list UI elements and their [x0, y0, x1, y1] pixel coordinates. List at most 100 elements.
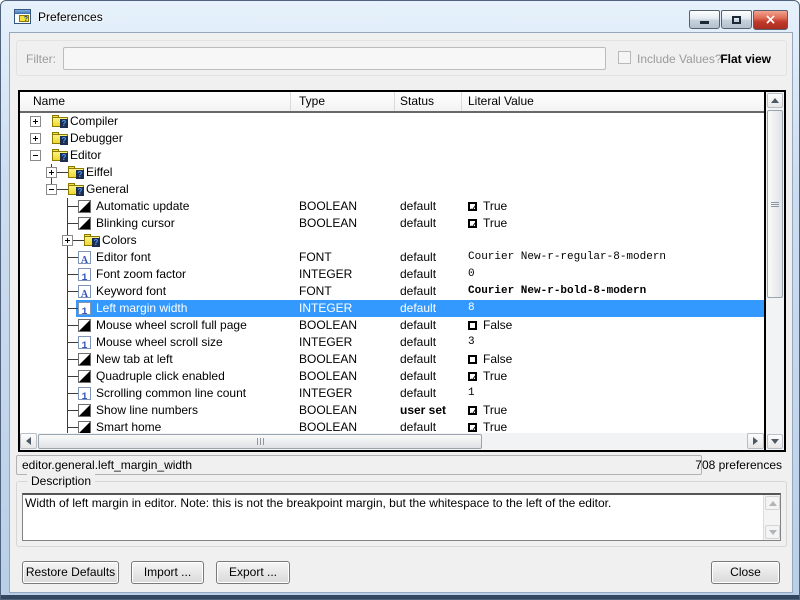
horizontal-scrollbar[interactable]	[20, 433, 764, 450]
scroll-right-button[interactable]	[747, 433, 764, 449]
preference-value: False	[462, 351, 764, 368]
horizontal-scrollbar-thumb[interactable]	[38, 434, 482, 449]
tree-line	[67, 308, 78, 309]
tree-row[interactable]: Scrolling common line countINTEGERdefaul…	[20, 385, 764, 402]
font-icon	[78, 251, 91, 264]
maximize-button[interactable]	[721, 10, 752, 29]
preference-value: 3	[462, 334, 764, 351]
integer-icon	[78, 302, 91, 315]
description-group-label: Description	[27, 474, 95, 488]
tree-row[interactable]: Smart homeBOOLEANdefaultTrue	[20, 419, 764, 433]
maximize-icon	[732, 16, 741, 24]
tree-row[interactable]: Blinking cursorBOOLEANdefaultTrue	[20, 215, 764, 232]
tree-row[interactable]: New tab at leftBOOLEANdefaultFalse	[20, 351, 764, 368]
scroll-up-button[interactable]	[767, 93, 783, 108]
preference-status: default	[395, 249, 462, 266]
boolean-icon	[78, 370, 91, 383]
tree-row[interactable]: Show line numbersBOOLEANuser setTrue	[20, 402, 764, 419]
tree-row[interactable]: Quadruple click enabledBOOLEANdefaultTru…	[20, 368, 764, 385]
close-button[interactable]: Close	[711, 561, 780, 584]
tree-row[interactable]: Editor fontFONTdefaultCourier New-r-regu…	[20, 249, 764, 266]
checked-checkbox[interactable]	[468, 423, 477, 432]
tree-line	[67, 359, 78, 360]
preference-type: FONT	[291, 283, 395, 300]
preference-status: default	[395, 266, 462, 283]
tree-line	[67, 206, 78, 207]
tree-row[interactable]: Left margin widthINTEGERdefault8	[20, 300, 764, 317]
include-values-checkbox[interactable]	[618, 51, 631, 64]
tree-row[interactable]: Mouse wheel scroll sizeINTEGERdefault3	[20, 334, 764, 351]
expand-button[interactable]	[46, 167, 57, 178]
preference-type: INTEGER	[291, 266, 395, 283]
vertical-scrollbar-thumb[interactable]	[767, 110, 783, 298]
column-header-literal-value[interactable]: Literal Value	[462, 92, 764, 111]
column-header-type[interactable]: Type	[291, 92, 395, 111]
restore-defaults-button[interactable]: Restore Defaults	[22, 561, 119, 584]
dialog-client-area: Filter: Include Values? Flat view Name T…	[9, 32, 793, 593]
tree-row[interactable]: Font zoom factorINTEGERdefault0	[20, 266, 764, 283]
flat-view-button[interactable]: Flat view	[720, 52, 771, 66]
boolean-icon	[78, 421, 91, 433]
expand-button[interactable]	[30, 116, 41, 127]
folder-icon: ?	[68, 166, 84, 178]
column-header-status[interactable]: Status	[395, 92, 462, 111]
preference-name: General	[86, 181, 129, 198]
preference-value: Courier New-r-regular-8-modern	[462, 249, 764, 266]
minimize-button[interactable]	[689, 10, 720, 29]
preference-type: BOOLEAN	[291, 351, 395, 368]
preference-value: Courier New-r-bold-8-modern	[462, 283, 764, 300]
preference-type: BOOLEAN	[291, 198, 395, 215]
tree-row[interactable]: ?Debugger	[20, 130, 764, 147]
column-header-name[interactable]: Name	[20, 92, 291, 111]
value-label: Courier New-r-bold-8-modern	[468, 283, 646, 300]
tree-row[interactable]: Automatic updateBOOLEANdefaultTrue	[20, 198, 764, 215]
expand-button[interactable]	[30, 133, 41, 144]
value-label: 1	[468, 385, 475, 402]
tree-row[interactable]: ?Editor	[20, 147, 764, 164]
checked-checkbox[interactable]	[468, 372, 477, 381]
preference-name: Eiffel	[86, 164, 112, 181]
scroll-left-button[interactable]	[20, 433, 37, 449]
collapse-button[interactable]	[30, 150, 41, 161]
unchecked-checkbox[interactable]	[468, 321, 477, 330]
preferences-window: ? Preferences × Filter: Include Values? …	[0, 0, 800, 600]
export-button[interactable]: Export ...	[216, 561, 290, 584]
preference-name: Show line numbers	[96, 402, 198, 419]
preference-name: Keyword font	[96, 283, 166, 300]
scroll-down-button[interactable]	[767, 434, 783, 449]
checked-checkbox[interactable]	[468, 406, 477, 415]
value-label: True	[483, 215, 507, 232]
preference-status: default	[395, 385, 462, 402]
collapse-button[interactable]	[46, 184, 57, 195]
description-scrollbar[interactable]	[763, 495, 780, 540]
preference-status: default	[395, 317, 462, 334]
preference-name: Editor	[70, 147, 101, 164]
expand-button[interactable]	[62, 235, 73, 246]
tree-line	[67, 342, 78, 343]
tree-row[interactable]: ?Eiffel	[20, 164, 764, 181]
title-bar[interactable]: ? Preferences ×	[1, 1, 799, 32]
filter-input[interactable]	[63, 47, 606, 70]
close-window-button[interactable]: ×	[753, 10, 788, 30]
value-label: True	[483, 368, 507, 385]
import-button[interactable]: Import ...	[131, 561, 204, 584]
description-scroll-up-button[interactable]	[765, 496, 780, 510]
description-scroll-down-button[interactable]	[765, 525, 780, 539]
unchecked-checkbox[interactable]	[468, 355, 477, 364]
tree-line	[67, 274, 78, 275]
tree-row[interactable]: ?General	[20, 181, 764, 198]
preference-value: True	[462, 215, 764, 232]
preference-type: INTEGER	[291, 385, 395, 402]
preference-status: user set	[395, 402, 462, 419]
preference-type: BOOLEAN	[291, 215, 395, 232]
tree-line	[67, 393, 78, 394]
description-text[interactable]: Width of left margin in editor. Note: th…	[25, 496, 758, 511]
vertical-scrollbar[interactable]	[764, 92, 784, 450]
tree-row[interactable]: ?Compiler	[20, 113, 764, 130]
checked-checkbox[interactable]	[468, 219, 477, 228]
checked-checkbox[interactable]	[468, 202, 477, 211]
tree-row[interactable]: Keyword fontFONTdefaultCourier New-r-bol…	[20, 283, 764, 300]
tree-row[interactable]: ?Colors	[20, 232, 764, 249]
preference-name: Smart home	[96, 419, 161, 433]
tree-row[interactable]: Mouse wheel scroll full pageBOOLEANdefau…	[20, 317, 764, 334]
